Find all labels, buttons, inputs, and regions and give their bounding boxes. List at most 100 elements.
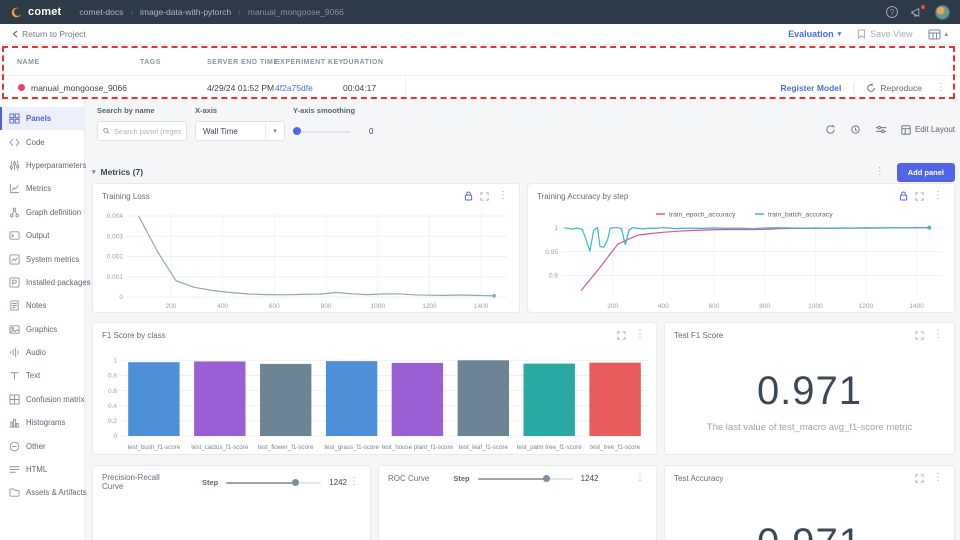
- training-loss-chart[interactable]: 20040060080010001200140000.0010.0020.003…: [93, 206, 519, 312]
- sidebar-item-panels[interactable]: Panels: [0, 107, 84, 130]
- expand-icon[interactable]: [915, 331, 924, 340]
- expand-icon[interactable]: [480, 192, 489, 201]
- edit-layout-button[interactable]: Edit Layout: [901, 125, 955, 135]
- step-slider[interactable]: [478, 473, 573, 483]
- user-avatar[interactable]: [935, 5, 950, 20]
- column-header[interactable]: EXPERIMENT KEY: [275, 59, 344, 66]
- table-view-toggle[interactable]: ▴: [928, 29, 948, 40]
- column-header[interactable]: SERVER END TIME: [207, 59, 279, 66]
- f1-score-bar-chart[interactable]: 00.20.40.60.81test_bush_f1-scoretest_cac…: [93, 347, 656, 454]
- experiment-key-link[interactable]: 4f2a75dfe: [275, 83, 313, 93]
- experiment-row[interactable]: manual_mongoose_9066 4/29/24 01:52 PM 4f…: [0, 76, 960, 100]
- column-header[interactable]: DURATION: [343, 59, 383, 66]
- metrics-section-toggle[interactable]: ▾ Metrics (7): [92, 167, 143, 177]
- search-input[interactable]: [114, 127, 181, 136]
- sidebar-item-output[interactable]: Output: [0, 224, 84, 247]
- sidebar-item-system-metrics[interactable]: System metrics: [0, 247, 84, 270]
- sidebar-item-audio[interactable]: Audio: [0, 341, 84, 364]
- xaxis-group: X-axis Wall Time ▾: [195, 106, 285, 141]
- slider-knob[interactable]: [543, 475, 550, 482]
- search-icon: [103, 127, 110, 135]
- panel-menu-kebab-icon[interactable]: ⋮: [633, 473, 647, 483]
- return-to-project-link[interactable]: Return to Project: [12, 29, 86, 39]
- svg-text:800: 800: [321, 303, 332, 310]
- other-icon: [9, 441, 20, 452]
- expand-icon[interactable]: [915, 474, 924, 483]
- reproduce-button[interactable]: Reproduce: [866, 83, 922, 93]
- svg-text:0.4: 0.4: [108, 403, 117, 410]
- sidebar-item-installed-packages[interactable]: Installed packages: [0, 271, 84, 294]
- view-select-dropdown[interactable]: Evaluation ▾: [788, 29, 841, 39]
- section-menu-kebab-icon[interactable]: ⋮: [873, 167, 887, 177]
- sidebar-item-graphics[interactable]: Graphics: [0, 318, 84, 341]
- breadcrumb-item[interactable]: comet-docs: [79, 7, 123, 17]
- sidebar-item-text[interactable]: Text: [0, 364, 84, 387]
- sidebar-item-html[interactable]: HTML: [0, 458, 84, 481]
- sidebar-item-other[interactable]: Other: [0, 434, 84, 457]
- lock-icon[interactable]: [899, 191, 908, 201]
- svg-text:0.8: 0.8: [108, 373, 117, 380]
- panel-menu-kebab-icon[interactable]: ⋮: [931, 330, 945, 340]
- panels-toolbar: Search by name X-axis Wall Time ▾ Y-axis…: [92, 106, 955, 152]
- svg-text:0.2: 0.2: [108, 418, 117, 425]
- panel-menu-kebab-icon[interactable]: ⋮: [931, 191, 945, 201]
- sidebar-item-code[interactable]: Code: [0, 130, 84, 153]
- training-accuracy-chart[interactable]: 2004006008001000120014000.90.951train_ep…: [528, 206, 954, 312]
- expand-icon[interactable]: [617, 331, 626, 340]
- auto-refresh-icon[interactable]: [850, 124, 861, 135]
- chevron-left-icon: [12, 30, 18, 38]
- smoothing-slider[interactable]: [293, 126, 351, 136]
- divider: [853, 82, 854, 94]
- system-metrics-icon: [9, 254, 20, 265]
- breadcrumb-item[interactable]: image-data-with-pytorch: [140, 7, 231, 17]
- comet-logo[interactable]: comet: [10, 6, 61, 19]
- test-f1-panel: Test F1 Score ⋮ 0.971 The last value of …: [664, 322, 955, 455]
- svg-text:1400: 1400: [474, 303, 489, 310]
- svg-text:0: 0: [119, 294, 123, 301]
- step-slider[interactable]: [226, 477, 321, 487]
- sidebar-item-notes[interactable]: Notes: [0, 294, 84, 317]
- slider-knob[interactable]: [293, 127, 301, 135]
- filter-settings-icon[interactable]: [875, 124, 887, 135]
- notifications-icon[interactable]: [911, 7, 922, 18]
- panel-menu-kebab-icon[interactable]: ⋮: [931, 473, 945, 483]
- comet-experiment-page: comet comet-docs › image-data-with-pytorch…: [0, 0, 960, 540]
- column-header[interactable]: TAGS: [140, 59, 161, 66]
- expand-icon[interactable]: [915, 192, 924, 201]
- svg-text:test_flower_f1-score: test_flower_f1-score: [258, 444, 314, 451]
- refresh-icon[interactable]: [825, 124, 836, 135]
- top-bar: comet comet-docs › image-data-with-pytorch…: [0, 0, 960, 24]
- add-panel-button[interactable]: Add panel: [897, 163, 955, 182]
- sidebar-item-histograms[interactable]: Histograms: [0, 411, 84, 434]
- sidebar-item-metrics[interactable]: Metrics: [0, 177, 84, 200]
- panel-menu-kebab-icon[interactable]: ⋮: [633, 330, 647, 340]
- breadcrumb-separator: ›: [238, 8, 241, 17]
- sidebar-item-confusion-matrix[interactable]: Confusion matrix: [0, 388, 84, 411]
- panel-menu-kebab-icon[interactable]: ⋮: [347, 477, 361, 487]
- sidebar-item-hyperparameters[interactable]: Hyperparameters: [0, 154, 84, 177]
- save-view-button[interactable]: Save View: [857, 29, 912, 39]
- lock-icon[interactable]: [464, 191, 473, 201]
- svg-text:0.003: 0.003: [107, 233, 124, 240]
- help-icon[interactable]: ?: [886, 6, 898, 18]
- panel-menu-kebab-icon[interactable]: ⋮: [496, 191, 510, 201]
- svg-text:0.95: 0.95: [545, 249, 558, 256]
- sidebar-item-graph-definition[interactable]: Graph definition: [0, 201, 84, 224]
- row-menu-kebab-icon[interactable]: ⋮: [934, 83, 948, 93]
- sidebar-item-assets-artifacts[interactable]: Assets & Artifacts: [0, 481, 84, 504]
- search-group: Search by name: [97, 106, 187, 141]
- audio-icon: [9, 347, 20, 358]
- breadcrumb-item[interactable]: manual_mongoose_9066: [248, 7, 344, 17]
- reproduce-icon: [866, 83, 876, 93]
- column-divider: [405, 76, 406, 99]
- experiment-name[interactable]: manual_mongoose_9066: [31, 83, 127, 93]
- search-input-wrap: [97, 121, 187, 141]
- register-model-button[interactable]: Register Model: [780, 83, 841, 93]
- xaxis-dropdown[interactable]: Wall Time ▾: [195, 121, 285, 141]
- histograms-icon: [9, 417, 20, 428]
- server-end-time: 4/29/24 01:52 PM: [207, 83, 274, 93]
- svg-text:1000: 1000: [371, 303, 386, 310]
- sidebar-nav: PanelsCodeHyperparametersMetricsGraph de…: [0, 100, 85, 540]
- slider-knob[interactable]: [292, 479, 299, 486]
- column-header[interactable]: NAME: [17, 59, 40, 66]
